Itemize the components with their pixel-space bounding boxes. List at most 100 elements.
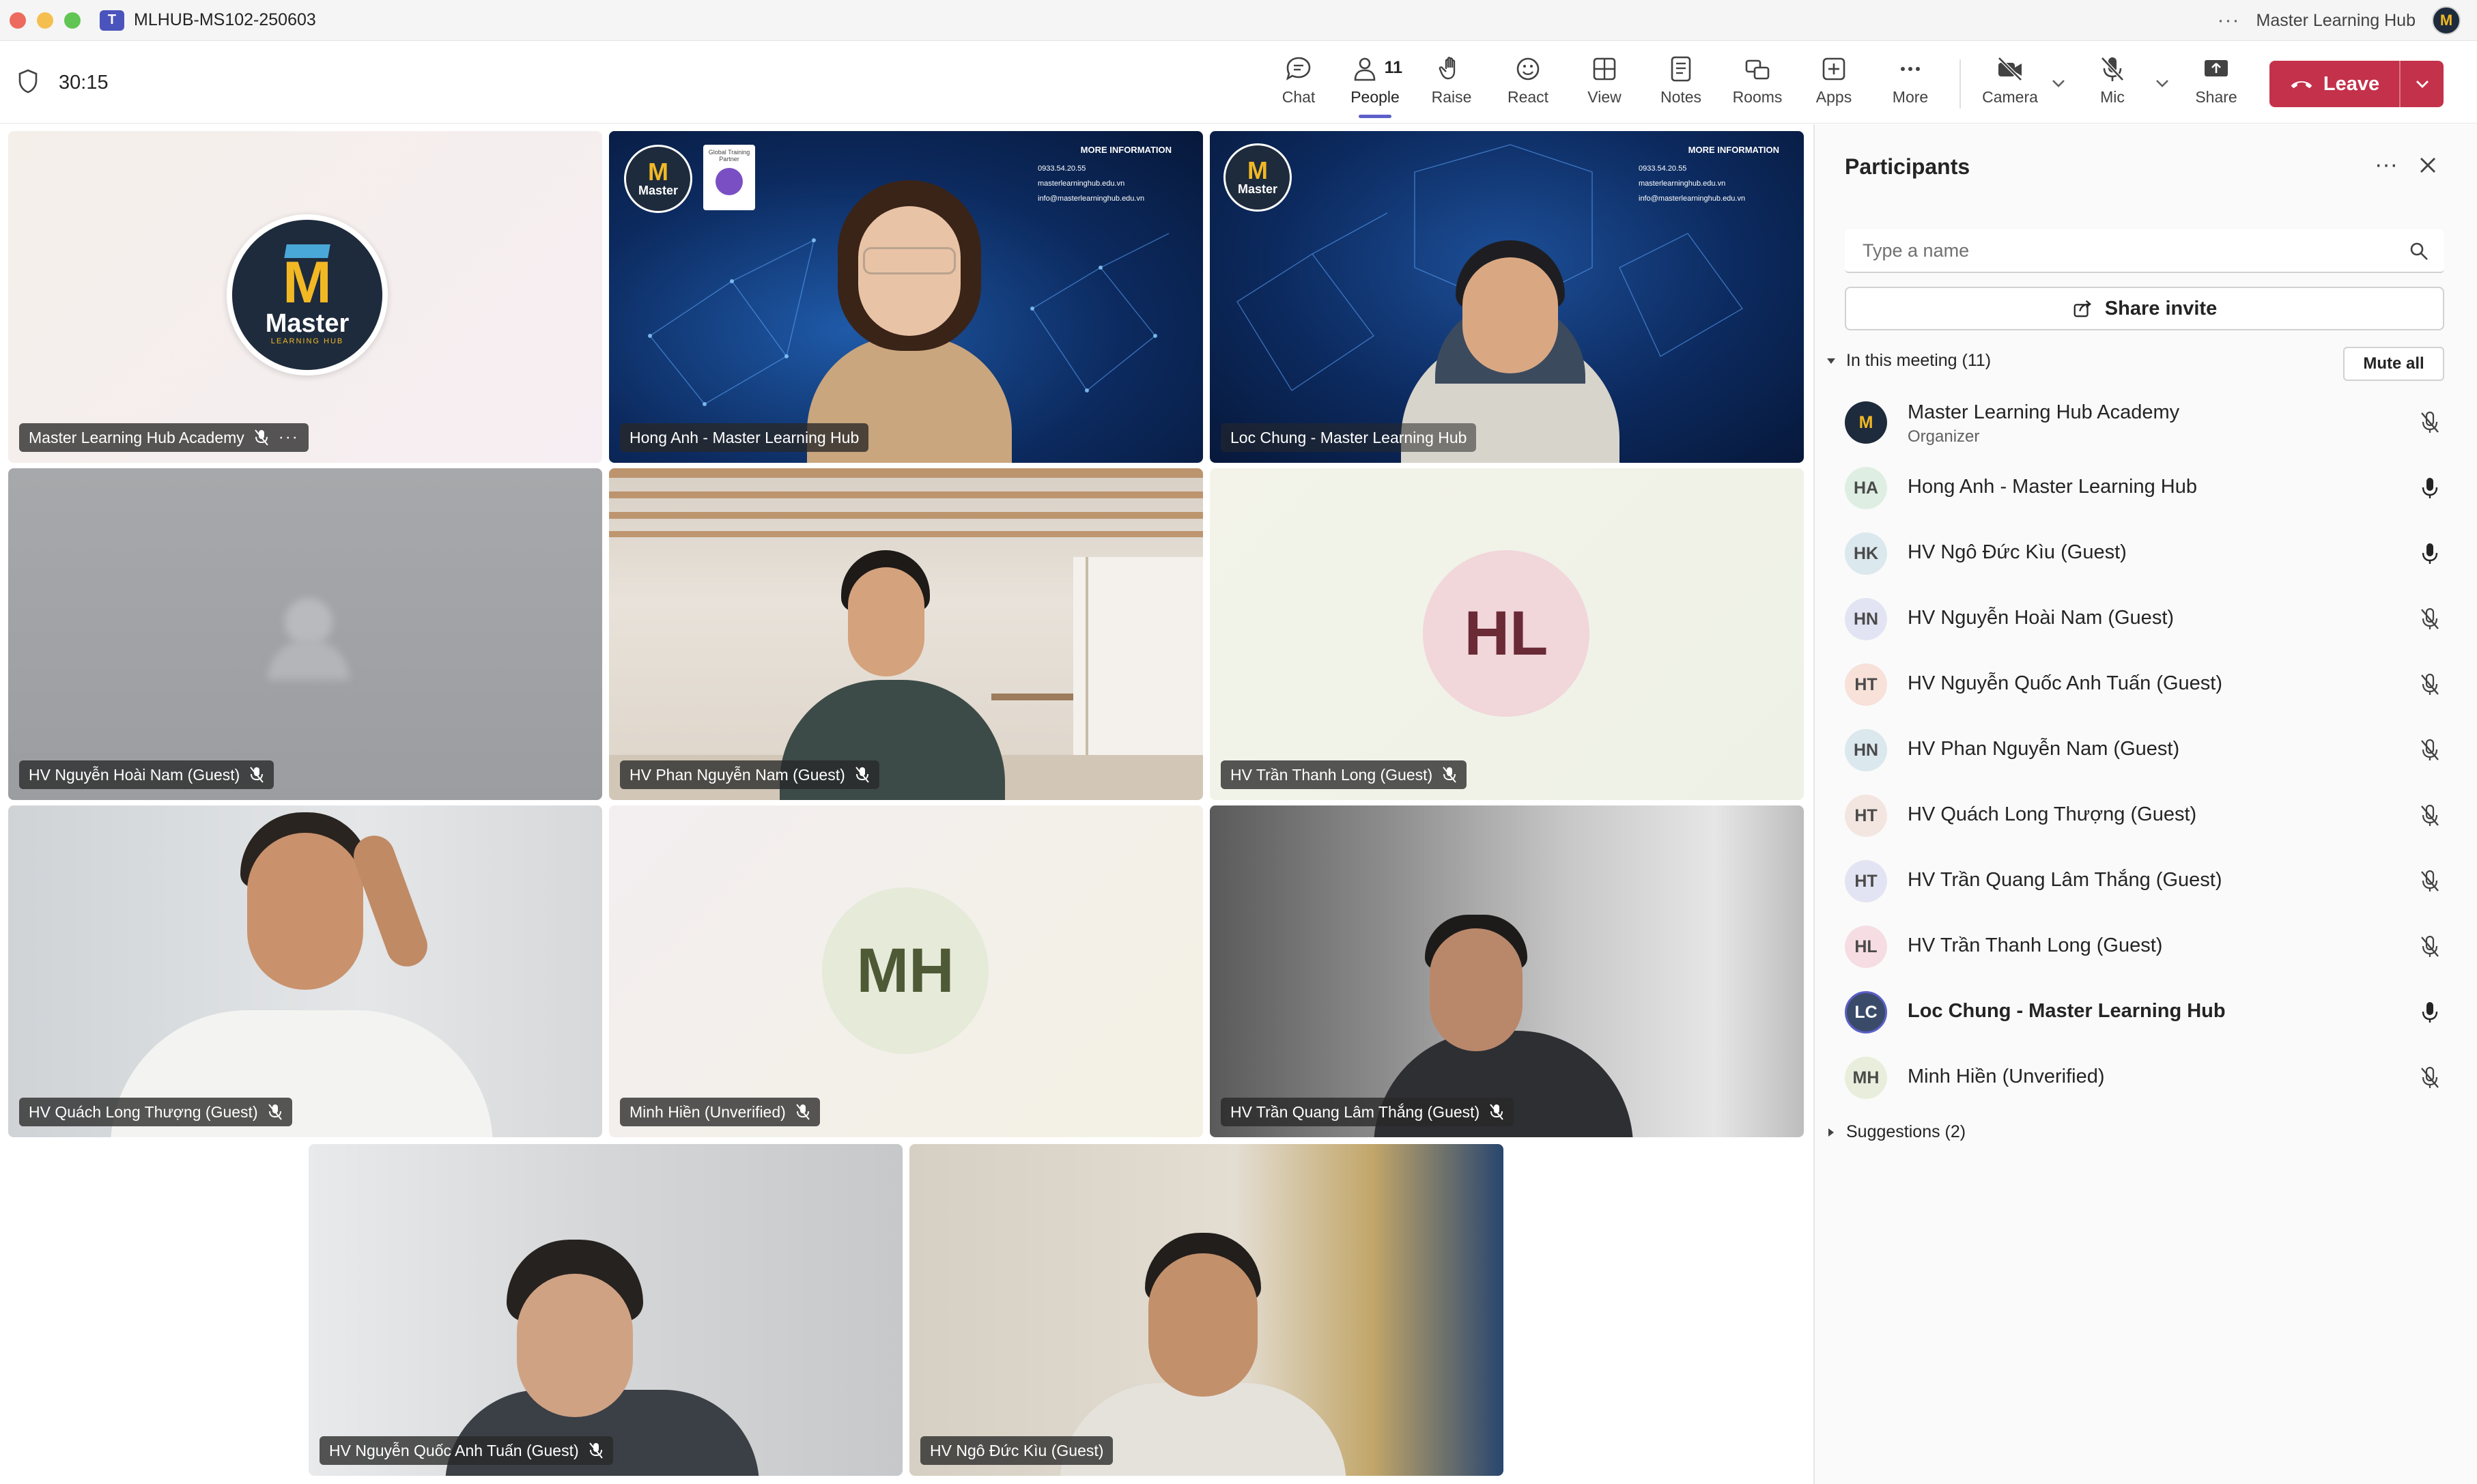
- camera-options-chevron-icon[interactable]: [2048, 73, 2069, 94]
- suggestions-label: Suggestions (2): [1846, 1122, 1966, 1141]
- tile-name-label: HV Trần Quang Lâm Thắng (Guest): [1221, 1098, 1514, 1126]
- info-phone: 0933.54.20.55: [1038, 165, 1086, 173]
- leave-options-chevron-icon[interactable]: [2401, 74, 2444, 94]
- share-icon: [2073, 300, 2091, 317]
- partner-seal-icon: [716, 168, 743, 195]
- participant-row[interactable]: HN HV Phan Nguyễn Nam (Guest): [1815, 719, 2477, 781]
- mic-off-icon[interactable]: [2420, 411, 2440, 434]
- video-tile[interactable]: HV Ngô Đức Kìu (Guest): [909, 1144, 1503, 1476]
- mic-off-icon[interactable]: [2420, 673, 2440, 696]
- mic-button[interactable]: Mic: [2078, 54, 2147, 115]
- mic-on-icon[interactable]: [2420, 1001, 2440, 1024]
- maximize-window-button[interactable]: [64, 12, 81, 29]
- shield-icon: [18, 69, 38, 94]
- people-button[interactable]: 11 People: [1341, 54, 1409, 118]
- tile-name-label: HV Nguyễn Quốc Anh Tuấn (Guest): [320, 1436, 613, 1465]
- window-title: MLHUB-MS102-250603: [134, 10, 316, 29]
- participant-row[interactable]: MH Minh Hiền (Unverified): [1815, 1047, 2477, 1109]
- account-name: Master Learning Hub: [2256, 10, 2416, 30]
- academy-logo: M Master LEARNING HUB: [227, 214, 388, 375]
- avatar: HA: [1845, 467, 1887, 509]
- apps-button[interactable]: Apps: [1800, 54, 1868, 115]
- chat-icon: [1286, 57, 1311, 81]
- react-button[interactable]: React: [1494, 54, 1562, 115]
- video-tile[interactable]: HV Trần Quang Lâm Thắng (Guest): [1210, 805, 1804, 1137]
- participant-name: Minh Hiền (Unverified): [1908, 1066, 2105, 1087]
- graduation-cap-icon: [284, 244, 330, 258]
- raise-hand-icon: [1439, 57, 1456, 80]
- avatar: LC: [1845, 991, 1887, 1033]
- meeting-toolbar: 30:15 Chat 11 People Raise React View No…: [0, 42, 2477, 124]
- video-tile[interactable]: MH Minh Hiền (Unverified): [609, 805, 1203, 1137]
- panel-more-icon[interactable]: ···: [2375, 152, 2398, 178]
- blurred-avatar-body: [268, 639, 350, 680]
- tile-name-label: Loc Chung - Master Learning Hub: [1221, 423, 1477, 452]
- raise-hand-button[interactable]: Raise: [1417, 54, 1486, 115]
- video-tile[interactable]: M Master Global Training Partner MORE IN…: [609, 131, 1203, 463]
- video-tile[interactable]: HV Phan Nguyễn Nam (Guest): [609, 468, 1203, 800]
- raise-label: Raise: [1431, 88, 1472, 106]
- video-tile[interactable]: M Master MORE INFORMATION 0933.54.20.55 …: [1210, 131, 1804, 463]
- tile-more-icon[interactable]: ···: [279, 428, 299, 447]
- suggestions-section-toggle[interactable]: Suggestions (2): [1826, 1122, 1966, 1142]
- mic-off-icon[interactable]: [2420, 739, 2440, 762]
- video-tile[interactable]: M Master LEARNING HUB Master Learning Hu…: [8, 131, 602, 463]
- account-avatar[interactable]: M: [2432, 6, 2461, 35]
- camera-button[interactable]: Camera: [1976, 54, 2044, 115]
- info-banner: MORE INFORMATION 0933.54.20.55 masterlea…: [1038, 145, 1192, 203]
- video-tile[interactable]: HV Nguyễn Quốc Anh Tuấn (Guest): [309, 1144, 903, 1476]
- info-site: masterlearninghub.edu.vn: [1038, 180, 1125, 188]
- participant-row[interactable]: HA Hong Anh - Master Learning Hub: [1815, 457, 2477, 519]
- participant-name: HV Trần Quang Lâm Thắng (Guest): [1230, 1102, 1480, 1121]
- participant-name: HV Phan Nguyễn Nam (Guest): [629, 765, 845, 784]
- chat-label: Chat: [1282, 88, 1316, 106]
- participant-row[interactable]: HT HV Nguyễn Quốc Anh Tuấn (Guest): [1815, 654, 2477, 715]
- share-invite-button[interactable]: Share invite: [1845, 287, 2444, 330]
- view-button[interactable]: View: [1570, 54, 1639, 115]
- mute-all-button[interactable]: Mute all: [2343, 347, 2444, 381]
- participant-row[interactable]: LC Loc Chung - Master Learning Hub: [1815, 982, 2477, 1043]
- add-app-icon: [1822, 57, 1845, 81]
- close-icon[interactable]: [2416, 153, 2440, 177]
- mic-off-icon[interactable]: [2420, 870, 2440, 893]
- share-label: Share: [2195, 88, 2237, 106]
- participant-row[interactable]: HT HV Quách Long Thượng (Guest): [1815, 785, 2477, 846]
- logo-subtext: LEARNING HUB: [270, 337, 344, 345]
- video-tile[interactable]: HL HV Trần Thanh Long (Guest): [1210, 468, 1804, 800]
- avatar: M: [1845, 401, 1887, 444]
- participant-name: HV Nguyễn Hoài Nam (Guest): [29, 765, 240, 784]
- breakout-rooms-icon: [1745, 59, 1770, 80]
- participant-name: HV Ngô Đức Kìu (Guest): [930, 1441, 1104, 1459]
- mic-off-icon: [855, 767, 869, 783]
- notes-button[interactable]: Notes: [1647, 54, 1715, 115]
- close-window-button[interactable]: [10, 12, 26, 29]
- teams-logo-icon: T: [100, 10, 124, 31]
- minimize-window-button[interactable]: [37, 12, 53, 29]
- in-meeting-section-toggle[interactable]: In this meeting (11): [1826, 351, 1991, 371]
- more-options-icon[interactable]: ···: [2218, 9, 2240, 32]
- chat-button[interactable]: Chat: [1264, 54, 1333, 115]
- leave-button[interactable]: Leave: [2269, 61, 2444, 107]
- mic-on-icon[interactable]: [2420, 476, 2440, 500]
- participant-row[interactable]: HN HV Nguyễn Hoài Nam (Guest): [1815, 588, 2477, 650]
- video-tile[interactable]: HV Quách Long Thượng (Guest): [8, 805, 602, 1137]
- mic-off-icon: [250, 767, 264, 783]
- mic-options-chevron-icon[interactable]: [2152, 73, 2172, 94]
- mic-off-icon[interactable]: [2420, 804, 2440, 827]
- mic-off-icon[interactable]: [2420, 1066, 2440, 1089]
- mic-off-icon[interactable]: [2420, 935, 2440, 958]
- rooms-button[interactable]: Rooms: [1723, 54, 1792, 115]
- participant-row[interactable]: M Master Learning Hub Academy Organizer: [1815, 392, 2477, 453]
- participant-row[interactable]: HT HV Trần Quang Lâm Thắng (Guest): [1815, 851, 2477, 912]
- mic-off-icon[interactable]: [2420, 608, 2440, 631]
- mic-on-icon[interactable]: [2420, 542, 2440, 565]
- title-bar: T MLHUB-MS102-250603 ··· Master Learning…: [0, 0, 2477, 41]
- notes-icon: [1671, 56, 1691, 82]
- avatar: MH: [1845, 1057, 1887, 1099]
- more-button[interactable]: More: [1876, 54, 1944, 115]
- participant-row[interactable]: HL HV Trần Thanh Long (Guest): [1815, 916, 2477, 978]
- search-input[interactable]: [1845, 229, 2444, 272]
- video-tile[interactable]: HV Nguyễn Hoài Nam (Guest): [8, 468, 602, 800]
- share-button[interactable]: Share: [2182, 54, 2250, 115]
- participant-row[interactable]: HK HV Ngô Đức Kìu (Guest): [1815, 523, 2477, 584]
